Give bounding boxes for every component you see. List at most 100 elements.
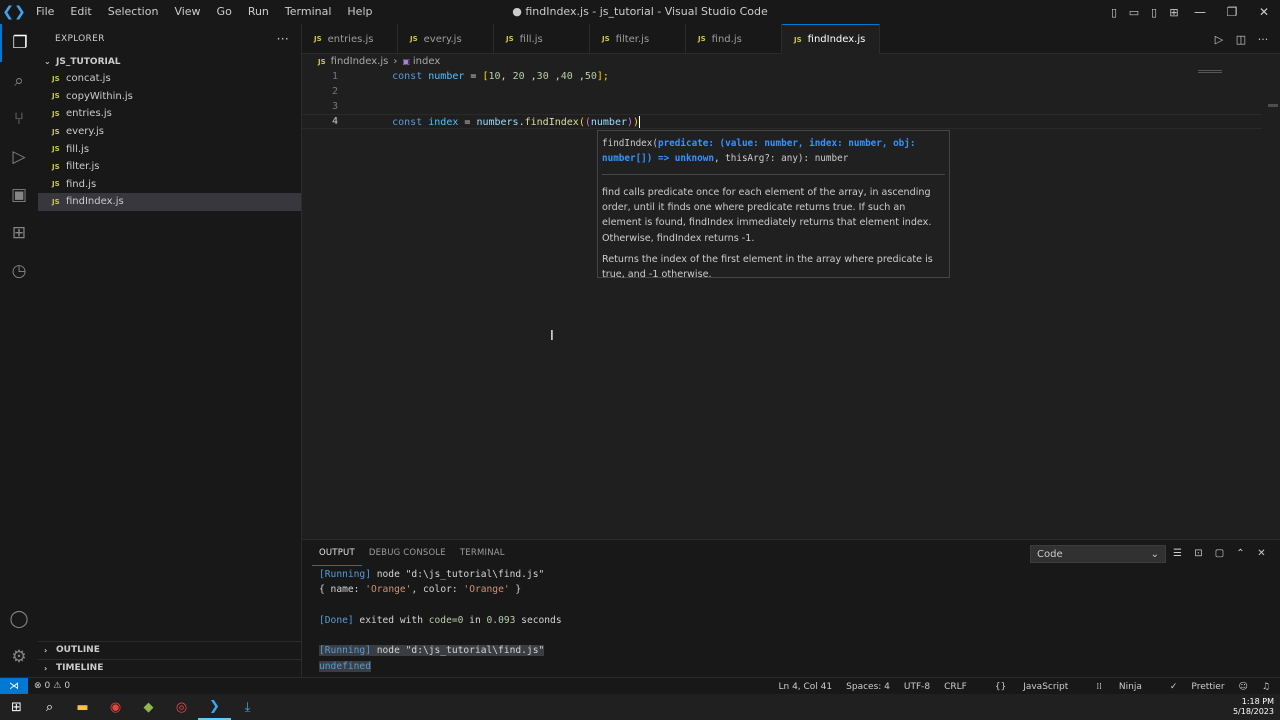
search-icon[interactable]: ⌕ <box>0 62 38 100</box>
tab-debug-console[interactable]: DEBUG CONSOLE <box>362 540 453 566</box>
ninja-status[interactable]: ⁞⁞ Ninja <box>1082 682 1142 692</box>
encoding[interactable]: UTF-8 <box>904 682 930 692</box>
download-app-icon[interactable]: ⤓ <box>231 694 264 720</box>
source-control-icon[interactable]: ⑂ <box>0 100 38 138</box>
feedback-icon[interactable]: ☺ <box>1239 682 1248 692</box>
more-actions-icon[interactable]: ··· <box>277 32 289 46</box>
filter-list-icon[interactable]: ☰ <box>1167 548 1188 559</box>
code-line[interactable]: 1 const number = [10, 20 ,30 ,40 ,50]; <box>302 69 1262 84</box>
split-editor-icon[interactable]: ◫ <box>1230 33 1252 46</box>
folder-js-tutorial[interactable]: ⌄ JS_TUTORIAL <box>38 53 301 70</box>
file-concat[interactable]: JS concat.js <box>38 70 301 88</box>
restore-icon[interactable]: ❐ <box>1216 0 1248 24</box>
tab-entries[interactable]: JS entries.js <box>302 24 398 54</box>
js-file-icon: JS <box>318 57 326 66</box>
bottom-panel: OUTPUT DEBUG CONSOLE TERMINAL Code ⌄ ☰ ⊡… <box>302 539 1280 677</box>
git-icon[interactable]: ◆ <box>132 694 165 720</box>
tab-terminal[interactable]: TERMINAL <box>453 540 512 566</box>
output-channel-select[interactable]: Code ⌄ <box>1030 545 1166 563</box>
app-icon[interactable]: ◎ <box>165 694 198 720</box>
prettier-status[interactable]: ✓ Prettier <box>1156 682 1225 692</box>
extensions-icon[interactable]: ⊞ <box>0 214 38 252</box>
toggle-sidebar-icon[interactable]: ▯ <box>1104 0 1124 24</box>
close-panel-icon[interactable]: ✕ <box>1251 548 1272 559</box>
problems-indicator[interactable]: ⊗ 0 ⚠ 0 <box>34 681 70 691</box>
menu-selection[interactable]: Selection <box>100 0 167 24</box>
timeline-icon[interactable]: ◷ <box>0 252 38 290</box>
file-copywithin[interactable]: JS copyWithin.js <box>38 88 301 106</box>
toggle-panel-icon[interactable]: ▭ <box>1124 0 1144 24</box>
remote-explorer-icon[interactable]: ▣ <box>0 176 38 214</box>
code-number: 10 <box>488 71 501 82</box>
taskbar-search-icon[interactable]: ⌕ <box>33 694 66 720</box>
outline-section[interactable]: › OUTLINE <box>38 641 302 658</box>
end-of-line[interactable]: CRLF <box>944 682 967 692</box>
tab-findindex[interactable]: JS findIndex.js <box>782 24 880 54</box>
js-file-icon: JS <box>602 35 610 43</box>
file-find[interactable]: JS find.js <box>38 176 301 194</box>
file-filter[interactable]: JS filter.js <box>38 158 301 176</box>
tab-find[interactable]: JS find.js <box>686 24 782 54</box>
tab-fill[interactable]: JS fill.js <box>494 24 590 54</box>
lock-icon[interactable]: ⊡ <box>1188 548 1209 559</box>
clear-output-icon[interactable]: ▢ <box>1209 548 1230 559</box>
hover-signature: findIndex(predicate: (value: number, ind… <box>602 136 945 166</box>
menu-view[interactable]: View <box>166 0 208 24</box>
run-file-icon[interactable]: ▷ <box>1208 33 1230 46</box>
cursor-position[interactable]: Ln 4, Col 41 <box>779 682 833 692</box>
file-label: findIndex.js <box>66 196 124 208</box>
toggle-secondary-sidebar-icon[interactable]: ▯ <box>1144 0 1164 24</box>
file-findindex[interactable]: JS findIndex.js <box>38 193 301 211</box>
account-icon[interactable]: ◯ <box>0 600 38 638</box>
customize-layout-icon[interactable]: ⊞ <box>1164 0 1184 24</box>
code-number: 20 <box>512 71 525 82</box>
code-line-current[interactable]: 4 const index = numbers.findIndex((numbe… <box>302 114 1262 129</box>
start-windows-icon[interactable]: ⊞ <box>0 694 33 720</box>
file-every[interactable]: JS every.js <box>38 123 301 141</box>
menu-file[interactable]: File <box>28 0 62 24</box>
file-fill[interactable]: JS fill.js <box>38 140 301 158</box>
menu-go[interactable]: Go <box>209 0 240 24</box>
timeline-section[interactable]: › TIMELINE <box>38 659 302 676</box>
file-label: concat.js <box>66 73 111 85</box>
notifications-bell-icon[interactable]: ♫ <box>1262 682 1270 692</box>
remote-indicator-icon[interactable]: ⋊ <box>0 677 28 695</box>
line-number: 2 <box>331 86 338 97</box>
tab-output[interactable]: OUTPUT <box>312 540 362 566</box>
code-line[interactable]: 2 <box>302 84 1262 99</box>
maximize-panel-icon[interactable]: ⌃ <box>1230 548 1251 559</box>
scrollbar-indicator[interactable] <box>1268 104 1278 107</box>
more-actions-icon[interactable]: ··· <box>1252 33 1274 46</box>
tab-every[interactable]: JS every.js <box>398 24 494 54</box>
settings-gear-icon[interactable]: ⚙ <box>0 638 38 676</box>
tab-filter[interactable]: JS filter.js <box>590 24 686 54</box>
js-file-icon: JS <box>794 35 802 44</box>
error-count: 0 <box>44 681 51 691</box>
menu-help[interactable]: Help <box>339 0 380 24</box>
js-file-icon: JS <box>52 127 60 136</box>
language-mode[interactable]: {} JavaScript <box>981 682 1068 692</box>
menu-terminal[interactable]: Terminal <box>277 0 340 24</box>
js-file-icon: JS <box>52 162 60 171</box>
output-tag: [Running] <box>319 645 371 657</box>
chrome-icon[interactable]: ◉ <box>99 694 132 720</box>
code-variable: number <box>428 71 465 82</box>
output-text: node "d:\js_tutorial\find.js" <box>370 645 545 657</box>
indentation[interactable]: Spaces: 4 <box>846 682 890 692</box>
vscode-taskbar-icon[interactable]: ❯ <box>198 694 231 720</box>
file-explorer-icon[interactable]: ▬ <box>66 694 99 720</box>
file-entries[interactable]: JS entries.js <box>38 105 301 123</box>
output-log[interactable]: [Running] node "d:\js_tutorial\find.js" … <box>319 567 562 674</box>
code-keyword: const <box>392 116 423 128</box>
line-number: 4 <box>331 116 338 127</box>
js-file-icon: JS <box>52 92 60 101</box>
tab-label: every.js <box>423 33 462 45</box>
run-debug-icon[interactable]: ▷ <box>0 138 38 176</box>
menu-run[interactable]: Run <box>240 0 277 24</box>
activity-bar: ❐ ⌕ ⑂ ▷ ▣ ⊞ ◷ ◯ ⚙ <box>0 24 38 677</box>
system-clock[interactable]: 1:18 PM 5/18/2023 <box>1233 697 1274 717</box>
close-window-icon[interactable]: ✕ <box>1248 0 1280 24</box>
menu-edit[interactable]: Edit <box>62 0 99 24</box>
explorer-icon[interactable]: ❐ <box>0 24 38 62</box>
minimize-icon[interactable]: — <box>1184 0 1216 24</box>
